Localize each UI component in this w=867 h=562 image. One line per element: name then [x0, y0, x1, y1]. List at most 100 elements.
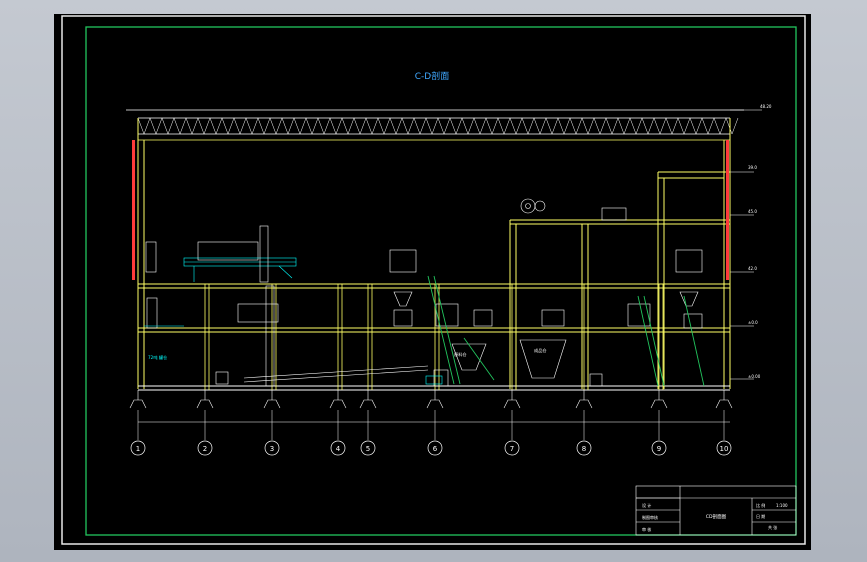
- axis-label: 7: [510, 445, 514, 453]
- truss-member: [635, 117, 643, 135]
- drawing-name: CD剖面图: [706, 513, 727, 520]
- truss-member: [605, 117, 613, 135]
- truss-member: [479, 117, 487, 135]
- truss-member: [581, 117, 589, 135]
- truss-member: [515, 117, 523, 135]
- truss-member: [383, 117, 391, 135]
- truss-member: [209, 117, 217, 135]
- wall-cladding: [132, 140, 135, 280]
- pipework: [144, 325, 443, 385]
- truss-member: [257, 117, 265, 135]
- title-block-label: 比 例: [756, 502, 765, 508]
- truss-member: [545, 117, 553, 135]
- truss-member: [617, 117, 625, 135]
- truss-member: [167, 117, 175, 135]
- dryer-drum: [197, 241, 259, 261]
- footing: [650, 399, 668, 409]
- axis-label: 3: [270, 445, 274, 453]
- wall-cladding: [726, 140, 729, 280]
- truss-member: [221, 117, 229, 135]
- truss-member: [593, 117, 601, 135]
- truss-member: [275, 117, 283, 135]
- equipment-label: 72吨 罐仓: [148, 354, 168, 361]
- truss-member: [539, 117, 547, 135]
- truss-member: [497, 117, 505, 135]
- section-title: C-D剖面: [415, 70, 449, 82]
- truss-member: [425, 117, 433, 135]
- truss-member: [725, 117, 733, 135]
- truss-member: [161, 117, 169, 135]
- axis-label: 9: [657, 445, 661, 453]
- truss-member: [503, 117, 511, 135]
- truss-member: [245, 117, 253, 135]
- truss-member: [701, 117, 709, 135]
- elevation-label: 45.0: [748, 209, 757, 214]
- truss-member: [527, 117, 535, 135]
- truss-member: [335, 117, 343, 135]
- truss-member: [407, 117, 415, 135]
- truss-web: [137, 117, 739, 135]
- truss-member: [647, 117, 655, 135]
- footing: [575, 399, 593, 409]
- bucket-elevator: [265, 285, 275, 387]
- elevation-label: ±0.0: [748, 320, 758, 325]
- truss-member: [329, 117, 337, 135]
- truss-member: [563, 117, 571, 135]
- building-frame: [137, 118, 731, 391]
- truss-member: [491, 117, 499, 135]
- truss-member: [251, 117, 259, 135]
- truss-member: [653, 117, 661, 135]
- truss-member: [155, 117, 163, 135]
- truss-member: [227, 117, 235, 135]
- truss-member: [449, 117, 457, 135]
- truss-member: [173, 117, 181, 135]
- title-block-label: 设 计: [642, 502, 651, 508]
- raw-material-silo: [451, 343, 487, 371]
- truss-member: [311, 117, 319, 135]
- scale-value: 1:100: [776, 503, 788, 508]
- truss-member: [389, 117, 397, 135]
- truss-member: [461, 117, 469, 135]
- truss-member: [377, 117, 385, 135]
- equipment-label: 成品仓: [534, 347, 547, 354]
- truss-member: [179, 117, 187, 135]
- truss-member: [665, 117, 673, 135]
- truss-member: [485, 117, 493, 135]
- footing: [329, 399, 347, 409]
- footing: [426, 399, 444, 409]
- belt-conveyor: [183, 257, 297, 282]
- truss-member: [137, 117, 145, 135]
- drawing-sheet: C-D剖面 48.20 39.0 45.0 42.0 ±0.0 ±0.00 原料…: [54, 14, 811, 550]
- truss-member: [467, 117, 475, 135]
- footing: [503, 399, 521, 409]
- truss-member: [215, 117, 223, 135]
- truss-member: [671, 117, 679, 135]
- title-block-label: 制图审核: [642, 514, 658, 520]
- truss-member: [659, 117, 667, 135]
- truss-member: [695, 117, 703, 135]
- truss-member: [599, 117, 607, 135]
- truss-member: [419, 117, 427, 135]
- truss-member: [305, 117, 313, 135]
- truss-member: [731, 117, 739, 135]
- truss-member: [569, 117, 577, 135]
- axis-label: 8: [582, 445, 586, 453]
- footing: [129, 399, 147, 409]
- truss-member: [677, 117, 685, 135]
- equipment: [145, 198, 703, 387]
- truss-member: [719, 117, 727, 135]
- truss-member: [437, 117, 445, 135]
- truss-member: [281, 117, 289, 135]
- truss-member: [371, 117, 379, 135]
- cad-viewport: C-D剖面 48.20 39.0 45.0 42.0 ±0.0 ±0.00 原料…: [0, 0, 867, 562]
- truss-member: [185, 117, 193, 135]
- elevation-label: 42.0: [748, 266, 757, 271]
- axis-label: 10: [720, 445, 729, 453]
- truss-member: [299, 117, 307, 135]
- truss-member: [431, 117, 439, 135]
- grid-axes: 1 2 3 4 5 6 7 8 9 10: [130, 410, 732, 456]
- truss-member: [191, 117, 199, 135]
- elevation-label: 48.20: [760, 104, 772, 109]
- elevation-label: 39.0: [748, 165, 757, 170]
- foundation-footings: [129, 390, 733, 409]
